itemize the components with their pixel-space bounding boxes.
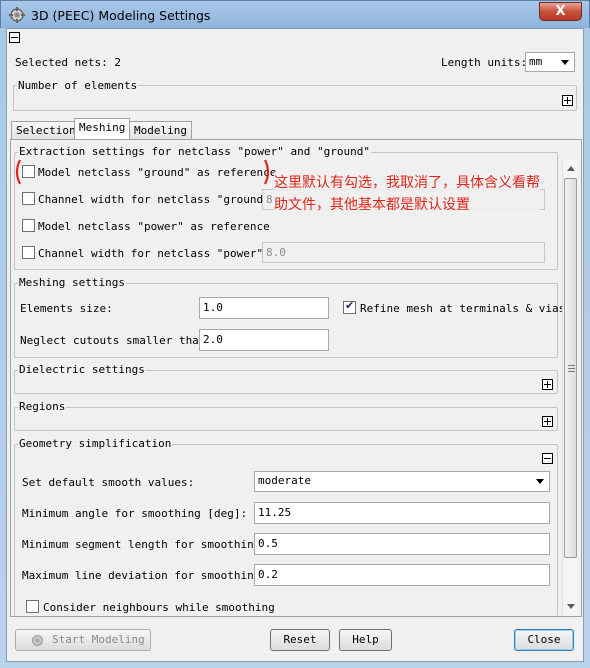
max-deviation-label: Maximum line deviation for smoothing: — [22, 569, 268, 582]
min-segment-label: Minimum segment length for smoothing: — [22, 538, 268, 551]
meshing-legend: Meshing settings — [18, 276, 126, 289]
min-angle-input[interactable]: 11.25 — [254, 502, 550, 524]
model-power-label: Model netclass "power" as reference — [38, 220, 270, 233]
length-units-value: mm — [529, 55, 543, 68]
expand-icon[interactable] — [562, 95, 573, 106]
collapse-header-icon[interactable] — [9, 32, 20, 43]
annotation-brackets — [15, 159, 270, 185]
geometry-collapse-icon[interactable] — [542, 453, 553, 464]
refine-mesh-checkbox[interactable] — [343, 299, 356, 314]
smooth-default-label: Set default smooth values: — [22, 476, 195, 489]
channel-power-input[interactable]: 8.0 — [262, 242, 545, 263]
tab-selection[interactable]: Selection — [11, 121, 81, 139]
channel-ground-checkbox[interactable] — [22, 192, 35, 205]
selected-nets-label: Selected nets: 2 — [15, 56, 121, 69]
neglect-cutouts-input[interactable]: 2.0 — [199, 329, 329, 351]
tab-meshing[interactable]: Meshing — [74, 118, 131, 139]
geometry-legend: Geometry simplification — [18, 437, 173, 450]
scroll-thumb[interactable] — [564, 178, 577, 558]
consider-neighbours-label: Consider neighbours while smoothing — [43, 601, 275, 614]
start-modeling-label: Start Modeling — [52, 633, 145, 646]
app-icon — [9, 7, 25, 23]
consider-neighbours-checkbox[interactable] — [26, 600, 39, 613]
model-power-checkbox[interactable] — [22, 219, 35, 232]
tab-modeling[interactable]: Modeling — [129, 121, 192, 139]
scroll-down-icon[interactable] — [566, 603, 576, 611]
window-title: 3D (PEEC) Modeling Settings — [31, 8, 211, 23]
min-angle-label: Minimum angle for smoothing [deg]: — [22, 507, 248, 520]
annotation-line-2: 助文件，其他基本都是默认设置 — [274, 197, 470, 213]
start-modeling-button[interactable]: Start Modeling — [15, 629, 151, 651]
title-bar[interactable]: 3D (PEEC) Modeling Settings X — [0, 0, 590, 28]
regions-group — [14, 407, 558, 431]
neglect-cutouts-label: Neglect cutouts smaller than: — [20, 334, 213, 347]
window-close-button[interactable]: X — [539, 2, 582, 21]
elements-size-input[interactable]: 1.0 — [199, 297, 329, 319]
length-units-select[interactable]: mm — [525, 52, 575, 72]
vertical-scrollbar[interactable] — [562, 160, 578, 616]
dielectric-legend: Dielectric settings — [18, 363, 146, 376]
elements-size-label: Elements size: — [20, 302, 113, 315]
regions-legend: Regions — [18, 400, 67, 413]
scroll-up-icon[interactable] — [566, 164, 576, 172]
dielectric-expand-icon[interactable] — [542, 379, 553, 390]
grip-icon — [568, 365, 575, 372]
regions-expand-icon[interactable] — [542, 416, 553, 427]
channel-ground-label: Channel width for netclass "ground": — [38, 193, 277, 206]
smooth-default-select[interactable]: moderate — [254, 471, 550, 492]
number-of-elements-legend: Number of elements — [17, 79, 139, 92]
help-button[interactable]: Help — [339, 629, 392, 651]
reset-button[interactable]: Reset — [270, 629, 330, 651]
extraction-legend: Extraction settings for netclass "power"… — [18, 145, 371, 158]
min-segment-input[interactable]: 0.5 — [254, 533, 550, 555]
channel-power-checkbox[interactable] — [22, 246, 35, 259]
refine-mesh-label: Refine mesh at terminals & vias — [360, 302, 566, 315]
chevron-down-icon — [561, 60, 569, 65]
chevron-down-icon — [536, 479, 544, 484]
start-modeling-icon — [32, 635, 43, 646]
annotation-text: 这里默认有勾选，我取消了，具体含义看帮 助文件，其他基本都是默认设置 — [274, 172, 540, 216]
close-button[interactable]: Close — [514, 629, 574, 651]
geometry-group — [14, 444, 558, 616]
annotation-line-1: 这里默认有勾选，我取消了，具体含义看帮 — [274, 175, 540, 191]
max-deviation-input[interactable]: 0.2 — [254, 564, 550, 586]
channel-power-label: Channel width for netclass "power": — [38, 247, 270, 260]
length-units-label: Length units: — [441, 56, 528, 69]
smooth-default-value: moderate — [258, 474, 311, 487]
